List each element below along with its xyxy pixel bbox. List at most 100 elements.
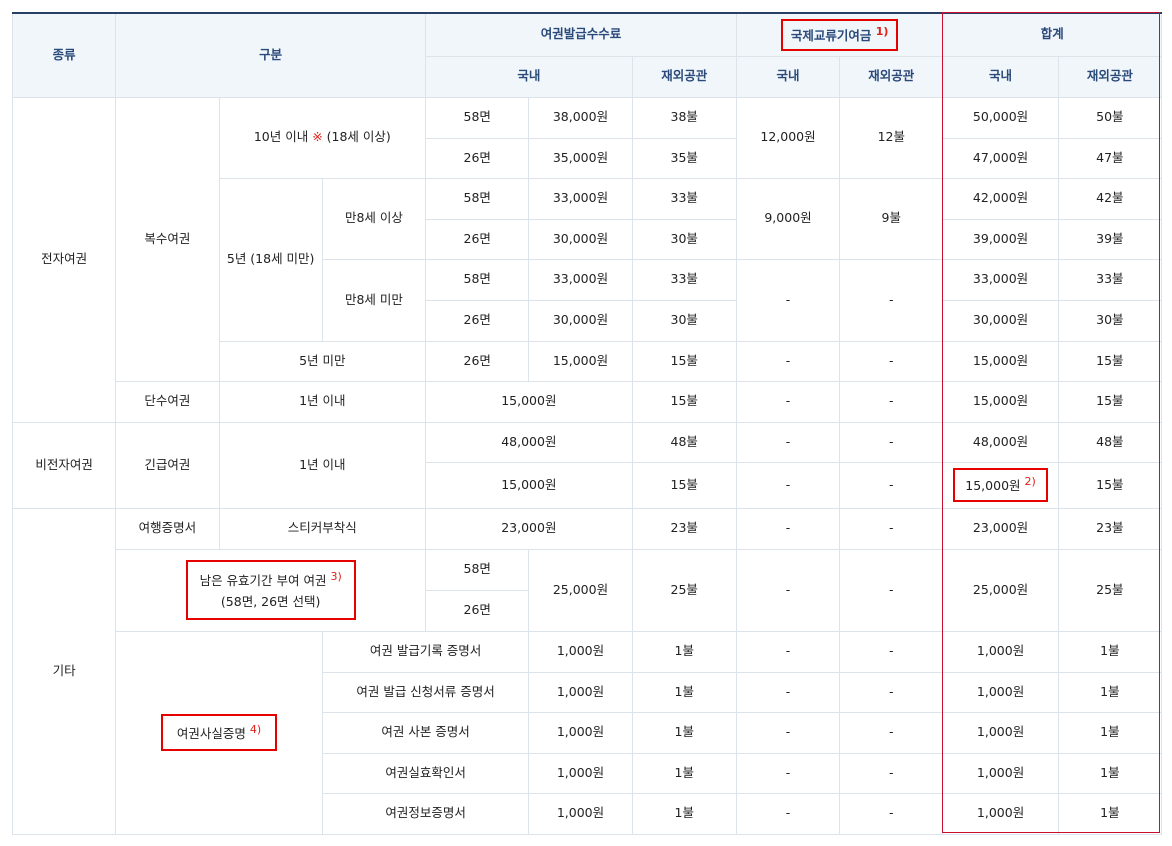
total-domestic: 1,000원 <box>942 671 1059 713</box>
remaining-validity-label: 남은 유효기간 부여 여권 <box>199 573 327 589</box>
total-domestic: 25,000원 <box>942 548 1059 632</box>
header-total: 합계 <box>942 12 1162 57</box>
total-overseas: 48불 <box>1057 421 1163 463</box>
category-emergency: 긴급여권 <box>115 421 220 509</box>
total-overseas: 1불 <box>1057 671 1163 713</box>
contribution-domestic: - <box>735 630 841 673</box>
fee-domestic: 38,000원 <box>528 96 633 139</box>
fee-overseas: 1불 <box>631 792 737 835</box>
footnote-4: 4) <box>249 722 262 736</box>
fee-overseas: 1불 <box>631 752 737 794</box>
fee-domestic: 30,000원 <box>528 218 633 260</box>
fee-overseas: 38불 <box>631 96 737 139</box>
cert-name: 여권 발급기록 증명서 <box>321 630 530 673</box>
contribution-overseas: - <box>839 711 944 754</box>
category-one-year: 1년 이내 <box>218 380 427 423</box>
total-overseas: 23불 <box>1057 507 1163 550</box>
contribution-overseas: - <box>839 421 944 463</box>
contribution-overseas: 9불 <box>839 177 944 260</box>
header-category: 구분 <box>115 12 427 98</box>
pages: 26면 <box>425 589 530 632</box>
contribution-overseas: 12불 <box>839 96 944 179</box>
emergency-total-highlight: 15,000원 2) <box>953 468 1048 502</box>
total-domestic: 15,000원 <box>942 380 1059 423</box>
contribution-domestic: - <box>735 461 841 509</box>
contribution-domestic: 12,000원 <box>735 96 841 179</box>
contribution-overseas: - <box>839 630 944 673</box>
total-domestic: 1,000원 <box>942 711 1059 754</box>
fee-domestic: 33,000원 <box>528 258 633 301</box>
contribution-domestic: - <box>735 258 841 342</box>
pages: 58면 <box>425 548 530 591</box>
contribution-domestic: - <box>735 507 841 550</box>
contribution-overseas: - <box>839 792 944 835</box>
table-row: 여권사실증명 4) 여권 발급기록 증명서 1,000원 1불 - - 1,00… <box>13 630 1163 835</box>
total-overseas: 42불 <box>1057 177 1163 220</box>
fee-overseas: 25불 <box>631 548 737 632</box>
total-domestic: 1,000원 <box>942 752 1059 794</box>
fee-domestic: 35,000원 <box>528 137 633 179</box>
fact-cert-highlight: 여권사실증명 4) <box>160 713 278 752</box>
category-age8-up: 만8세 이상 <box>321 177 427 260</box>
header-fee-overseas: 재외공관 <box>631 55 737 98</box>
cert-name: 여권 사본 증명서 <box>321 711 530 754</box>
fee-domestic: 1,000원 <box>528 711 633 754</box>
contribution-overseas: - <box>839 507 944 550</box>
footnote-1: 1) <box>875 24 889 38</box>
total-domestic: 47,000원 <box>942 137 1059 179</box>
fee-domestic: 25,000원 <box>528 548 633 632</box>
table-row: 비전자여권 긴급여권 1년 이내 48,000원 48불 - - 48,000원… <box>11 421 1163 509</box>
pages: 26면 <box>425 299 530 342</box>
total-overseas: 1불 <box>1057 792 1163 835</box>
category-under-five: 5년 미만 <box>218 340 427 382</box>
header-total-domestic: 국내 <box>942 55 1059 98</box>
fee-overseas: 1불 <box>631 671 737 713</box>
total-domestic: 15,000원 2) <box>942 461 1059 509</box>
contribution-label: 국제교류기여금 <box>790 27 872 43</box>
pages: 26면 <box>425 218 530 260</box>
pages: 58면 <box>425 177 530 220</box>
pages: 58면 <box>425 96 530 139</box>
type-electronic: 전자여권 <box>11 96 117 423</box>
cert-name: 여권정보증명서 <box>321 792 530 835</box>
fee-overseas: 30불 <box>631 218 737 260</box>
fee-domestic: 1,000원 <box>528 752 633 794</box>
fee-table-wrapper: 종류 구분 여권발급수수료 국제교류기여금 1) 합계 국내 재외공관 국내 재… <box>11 12 1163 835</box>
asterisk-mark: ※ <box>312 129 323 145</box>
contribution-domestic: - <box>735 792 841 835</box>
type-non-electronic: 비전자여권 <box>11 421 117 509</box>
total-overseas: 25불 <box>1057 548 1163 632</box>
total-overseas: 15불 <box>1057 340 1163 382</box>
category-sticker: 스티커부착식 <box>218 507 427 550</box>
cert-name: 여권 발급 신청서류 증명서 <box>321 671 530 713</box>
fee-overseas: 35불 <box>631 137 737 179</box>
cert-name: 여권실효확인서 <box>321 752 530 794</box>
contribution-domestic: 9,000원 <box>735 177 841 260</box>
fee-overseas: 33불 <box>631 258 737 301</box>
contribution-overseas: - <box>839 752 944 794</box>
header-fee: 여권발급수수료 <box>425 12 737 57</box>
total-overseas: 1불 <box>1057 630 1163 673</box>
remaining-validity-pages: (58면, 26면 선택) <box>220 593 321 609</box>
total-overseas: 33불 <box>1057 258 1163 301</box>
fact-cert-label: 여권사실증명 <box>176 725 246 741</box>
total-overseas: 1불 <box>1057 752 1163 794</box>
header-total-overseas: 재외공관 <box>1057 55 1163 98</box>
category-fact-cert: 여권사실증명 4) <box>115 630 323 835</box>
fee-overseas: 48불 <box>631 421 737 463</box>
total-overseas: 39불 <box>1057 218 1163 260</box>
type-other: 기타 <box>11 507 117 835</box>
pages: 26면 <box>425 137 530 179</box>
fee-overseas: 33불 <box>631 177 737 220</box>
table-row: 단수여권 1년 이내 15,000원 15불 - - 15,000원 15불 <box>13 380 1163 423</box>
header-contribution-overseas: 재외공관 <box>839 55 944 98</box>
contribution-overseas: - <box>839 671 944 713</box>
contribution-domestic: - <box>735 671 841 713</box>
category-ten-year: 10년 이내 ※ (18세 이상) <box>218 96 427 179</box>
pages: 26면 <box>425 340 530 382</box>
ten-year-label: 10년 이내 <box>253 129 313 145</box>
fee-overseas: 23불 <box>631 507 737 550</box>
total-domestic: 50,000원 <box>942 96 1059 139</box>
category-single: 단수여권 <box>115 380 220 423</box>
table-row: 남은 유효기간 부여 여권 3) (58면, 26면 선택) 58면 25,000… <box>13 548 1163 632</box>
